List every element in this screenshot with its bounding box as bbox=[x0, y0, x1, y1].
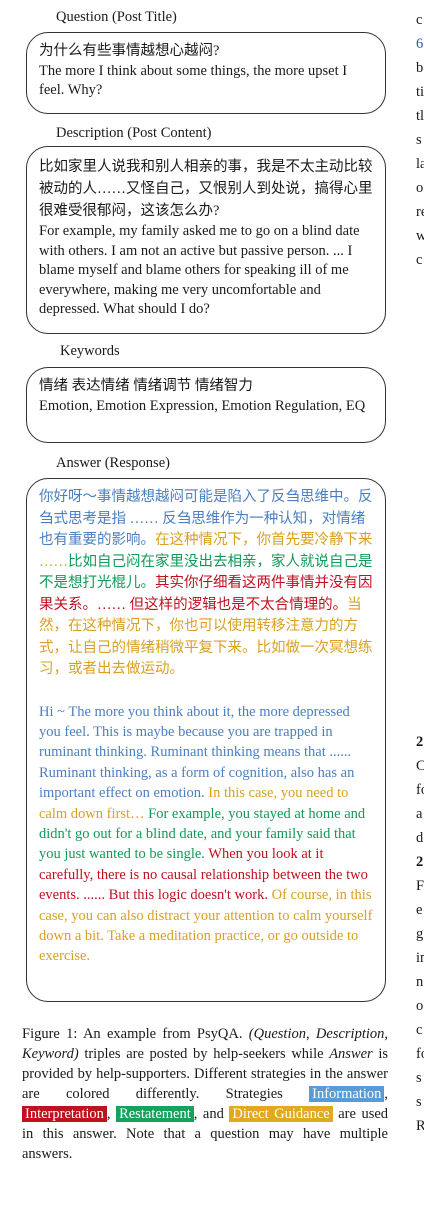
right-column-line: c bbox=[416, 1022, 423, 1038]
caption-mid1: triples are posted by help-seekers while bbox=[84, 1046, 324, 1062]
right-column-line: w bbox=[416, 228, 424, 244]
caption-and: , and bbox=[193, 1106, 224, 1122]
strategy-tag-information: Information bbox=[309, 1086, 385, 1102]
answer-cn-paragraph: 你好呀～事情越想越闷可能是陷入了反刍思维中。反刍式思考是指 …… 反刍思维作为一… bbox=[39, 487, 373, 681]
right-column-line: fo bbox=[416, 782, 424, 798]
answer-label: Answer (Response) bbox=[56, 455, 170, 471]
right-column-line: a bbox=[416, 806, 423, 822]
description-cn: 比如家里人说我和别人相亲的事，我是不太主动比较被动的人……又怪自己，又恨别人到处… bbox=[39, 159, 373, 219]
question-en: The more I think about some things, the … bbox=[39, 62, 348, 99]
right-column-heading: 2 bbox=[416, 734, 424, 750]
description-label: Description (Post Content) bbox=[56, 125, 212, 141]
right-column-line: s bbox=[416, 1094, 422, 1110]
right-column-line: n bbox=[416, 974, 424, 990]
right-column-line: e bbox=[416, 902, 423, 918]
right-column-line: b bbox=[416, 60, 424, 76]
right-column-line: ti bbox=[416, 84, 424, 100]
right-column-lower: 2 C fo a d 2 F e g in n o c fo s s R bbox=[416, 730, 424, 1138]
right-column-line: in bbox=[416, 950, 424, 966]
right-column-line: tl bbox=[416, 108, 424, 124]
answer-en-paragraph: Hi ~ The more you think about it, the mo… bbox=[39, 702, 373, 967]
question-cn: 为什么有些事情越想心越闷? bbox=[39, 43, 220, 59]
right-column-line: fo bbox=[416, 1046, 424, 1062]
right-column-line: c bbox=[416, 252, 423, 268]
question-label: Question (Post Title) bbox=[56, 9, 177, 25]
right-column-line: o bbox=[416, 180, 424, 196]
right-column-line: s bbox=[416, 1070, 422, 1086]
caption-prefix: Figure 1: An example from PsyQA. bbox=[22, 1026, 243, 1042]
strategy-tag-direct-guidance: Direct Guidance bbox=[229, 1106, 333, 1122]
right-column-line: c bbox=[416, 12, 423, 28]
keywords-en: Emotion, Emotion Expression, Emotion Reg… bbox=[39, 397, 366, 414]
right-column-line: la bbox=[416, 156, 424, 172]
answer-box: 你好呀～事情越想越闷可能是陷入了反刍思维中。反刍式思考是指 …… 反刍思维作为一… bbox=[26, 478, 386, 1002]
right-column-line: d bbox=[416, 830, 424, 846]
right-column-line: s bbox=[416, 132, 422, 148]
caption-answer-word: Answer bbox=[329, 1046, 373, 1062]
right-column-line: 6 bbox=[416, 36, 424, 52]
right-column-line: F bbox=[416, 878, 424, 894]
right-column-line: C bbox=[416, 758, 424, 774]
right-column-heading: 2 bbox=[416, 854, 424, 870]
strategy-tag-restatement: Restatement bbox=[116, 1106, 194, 1122]
question-box: 为什么有些事情越想心越闷? The more I think about som… bbox=[26, 32, 386, 114]
right-column-line: R bbox=[416, 1118, 424, 1134]
right-column-upper: c 6 b ti tl s la o re w c bbox=[416, 8, 424, 272]
figure-caption: Figure 1: An example from PsyQA. (Questi… bbox=[22, 1026, 389, 1162]
strategy-tag-interpretation: Interpretation bbox=[22, 1106, 107, 1122]
right-column-line: o bbox=[416, 998, 424, 1014]
keywords-box: 情绪 表达情绪 情绪调节 情绪智力 Emotion, Emotion Expre… bbox=[26, 367, 386, 443]
description-box: 比如家里人说我和别人相亲的事，我是不太主动比较被动的人……又怪自己，又恨别人到处… bbox=[26, 146, 386, 334]
description-en: For example, my family asked me to go on… bbox=[39, 223, 360, 317]
right-column-line: re bbox=[416, 204, 424, 220]
keywords-cn: 情绪 表达情绪 情绪调节 情绪智力 bbox=[39, 378, 253, 394]
keywords-label: Keywords bbox=[60, 343, 120, 359]
right-column-line: g bbox=[416, 926, 424, 942]
